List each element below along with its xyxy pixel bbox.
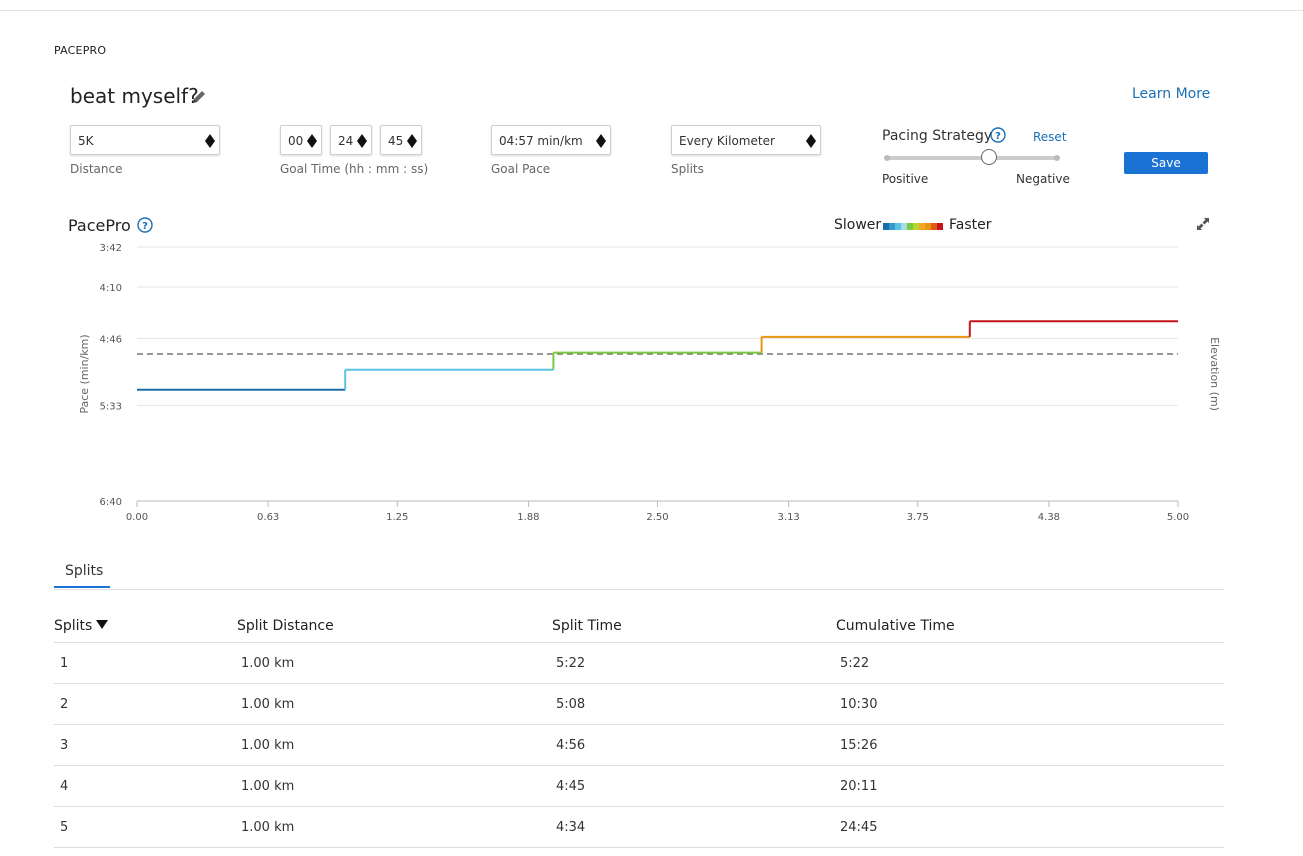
cell-split-time: 4:56	[556, 738, 586, 753]
header-split-distance: Split Distance	[237, 618, 334, 634]
cell-split-time: 5:08	[556, 697, 586, 712]
x-tick-label: 2.50	[646, 512, 668, 523]
x-tick-label: 1.88	[517, 512, 539, 523]
y-tick-label: 3:42	[100, 243, 122, 254]
cell-split-time: 4:45	[556, 779, 586, 794]
cell-cumulative-time: 15:26	[840, 738, 878, 753]
pace-chart: 3:42 4:10 4:46 5:33 6:40 0.00 0.63 1.25 1.88 2.50…	[78, 243, 1221, 523]
table-row: 1 1.00 km 5:22 5:22	[54, 643, 1224, 684]
y-axis-title: Pace (min/km)	[78, 334, 91, 413]
x-tick-label: 1.25	[386, 512, 408, 523]
header-split-time: Split Time	[552, 618, 622, 634]
y-tick-label: 5:33	[100, 401, 122, 412]
y-tick-label: 4:10	[100, 283, 122, 294]
cell-split-distance: 1.00 km	[241, 738, 295, 753]
x-tick-label: 4.38	[1038, 512, 1060, 523]
cell-cumulative-time: 5:22	[840, 656, 870, 671]
cell-split: 2	[60, 697, 69, 712]
tab-splits-label: Splits	[65, 563, 104, 579]
splits-table: Splits Split Distance Split Time Cumulat…	[54, 610, 1224, 848]
y2-axis-title: Elevation (m)	[1208, 337, 1221, 411]
cell-split-time: 4:34	[556, 820, 586, 835]
cell-split-distance: 1.00 km	[241, 779, 295, 794]
header-splits[interactable]: Splits	[54, 618, 109, 634]
cell-cumulative-time: 20:11	[840, 779, 878, 794]
x-tick-label: 5.00	[1167, 512, 1189, 523]
table-header: Splits Split Distance Split Time Cumulat…	[54, 610, 1224, 643]
cell-split-distance: 1.00 km	[241, 820, 295, 835]
y-tick-label: 6:40	[100, 497, 122, 508]
cell-split: 3	[60, 738, 69, 753]
table-row: 2 1.00 km 5:08 10:30	[54, 684, 1224, 725]
x-tick-label: 3.75	[907, 512, 929, 523]
table-row: 4 1.00 km 4:45 20:11	[54, 766, 1224, 807]
cell-cumulative-time: 10:30	[840, 697, 878, 712]
tab-splits[interactable]: Splits	[54, 556, 110, 588]
cell-split-time: 5:22	[556, 656, 586, 671]
x-tick-label: 3.13	[778, 512, 800, 523]
cell-split-distance: 1.00 km	[241, 697, 295, 712]
tab-active-underline	[54, 586, 110, 588]
header-splits-label: Splits	[54, 618, 93, 634]
cell-cumulative-time: 24:45	[840, 820, 878, 835]
table-row: 3 1.00 km 4:56 15:26	[54, 725, 1224, 766]
cell-split-distance: 1.00 km	[241, 656, 295, 671]
sort-desc-icon	[96, 620, 109, 629]
tab-divider	[54, 589, 1224, 590]
cell-split: 5	[60, 820, 69, 835]
x-tick-label: 0.00	[126, 512, 148, 523]
header-cumulative-time: Cumulative Time	[836, 618, 955, 634]
cell-split: 4	[60, 779, 69, 794]
table-row: 5 1.00 km 4:34 24:45	[54, 807, 1224, 848]
x-tick-label: 0.63	[257, 512, 279, 523]
y-tick-label: 4:46	[100, 334, 122, 345]
cell-split: 1	[60, 656, 69, 671]
